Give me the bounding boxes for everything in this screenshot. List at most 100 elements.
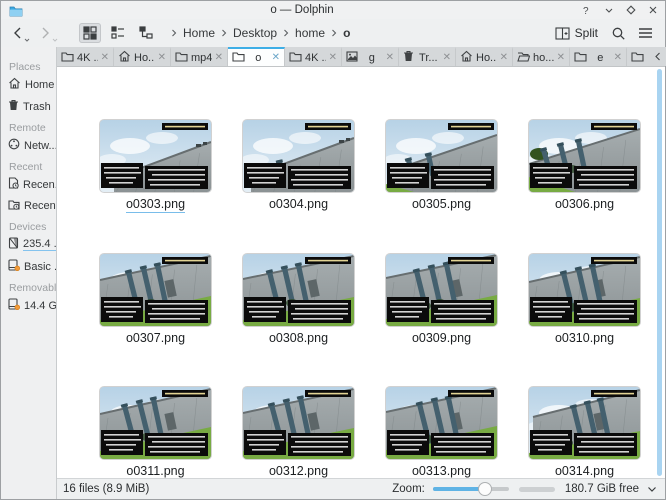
- forward-button[interactable]: [37, 24, 61, 42]
- tab-close-icon[interactable]: ✕: [329, 53, 337, 63]
- sidebar-item-home[interactable]: Home: [8, 77, 56, 92]
- tab-4k[interactable]: 4K ... ✕: [57, 47, 114, 66]
- file-thumbnail: [386, 387, 497, 459]
- sidebar-item-netw[interactable]: Netw...: [8, 138, 56, 153]
- view-mode-group: [79, 23, 157, 43]
- file-name: o0307.png: [126, 331, 185, 346]
- tab-label: 4K ...: [305, 52, 326, 64]
- window-controls: ?: [581, 4, 659, 16]
- file-name: o0312.png: [269, 464, 328, 478]
- breadcrumb-separator-icon: [331, 29, 337, 37]
- trash-icon: [403, 50, 414, 65]
- sidebar-section-removabl: Removabl...: [9, 282, 56, 294]
- search-button[interactable]: [607, 23, 630, 44]
- breadcrumb-item-o[interactable]: o: [339, 24, 354, 42]
- tab-close-icon[interactable]: ✕: [215, 53, 223, 63]
- close-button[interactable]: [647, 4, 659, 16]
- tab-o[interactable]: o ✕: [228, 47, 285, 66]
- tab-close-icon[interactable]: ✕: [443, 53, 451, 63]
- sidebar-item-basic[interactable]: Basic ...: [8, 259, 56, 274]
- home-icon: [8, 77, 21, 92]
- tab-ho[interactable]: Ho... ✕: [114, 47, 171, 66]
- svg-text:?: ?: [583, 6, 589, 16]
- sidebar-item-label: Recen...: [24, 200, 56, 212]
- file-name: o0303.png: [126, 197, 185, 213]
- tab-scroll-left-icon[interactable]: [654, 48, 661, 66]
- tab-close-icon[interactable]: ✕: [101, 53, 109, 63]
- file-name: o0313.png: [412, 464, 471, 478]
- file-item-o0310[interactable]: o0310.png: [513, 254, 656, 346]
- tab-label: o: [248, 52, 269, 64]
- sidebar-item-144g[interactable]: 14.4 G...: [8, 298, 56, 313]
- tab-g[interactable]: g ✕: [342, 47, 399, 66]
- tab-close-icon[interactable]: ✕: [500, 53, 508, 63]
- breadcrumb-item-home[interactable]: Home: [179, 24, 219, 42]
- file-item-o0305[interactable]: o0305.png: [370, 120, 513, 213]
- file-thumbnail: [243, 387, 354, 459]
- tab-ho[interactable]: ho... ✕: [513, 47, 570, 66]
- tab-partial[interactable]: [627, 47, 649, 66]
- tab-close-icon[interactable]: ✕: [386, 53, 394, 63]
- breadcrumb-item-home[interactable]: home: [291, 24, 329, 42]
- file-thumbnail: [100, 120, 211, 192]
- sidebar-item-recen[interactable]: Recen...: [8, 177, 56, 192]
- home-icon: [460, 50, 473, 65]
- vertical-scrollbar[interactable]: [657, 69, 662, 476]
- zoom-control: Zoom:: [392, 482, 509, 496]
- file-item-o0307[interactable]: o0307.png: [84, 254, 227, 346]
- hamburger-menu-button[interactable]: [634, 24, 657, 42]
- tab-close-icon[interactable]: ✕: [557, 53, 565, 63]
- help-button[interactable]: ?: [581, 4, 593, 16]
- file-thumbnail: [100, 254, 211, 326]
- tab-mp4[interactable]: mp4 ✕: [171, 47, 228, 66]
- file-thumbnail: [529, 254, 640, 326]
- sidebar-section-places: Places: [9, 61, 56, 73]
- tree-view-button[interactable]: [135, 23, 157, 43]
- breadcrumb-item-desktop[interactable]: Desktop: [229, 24, 281, 42]
- chevron-down-icon[interactable]: [647, 486, 657, 493]
- sidebar-item-trash[interactable]: Trash: [8, 99, 56, 114]
- file-item-o0313[interactable]: o0313.png: [370, 387, 513, 478]
- details-view-button[interactable]: [107, 23, 129, 43]
- tab-close-icon[interactable]: ✕: [614, 53, 622, 63]
- file-item-o0304[interactable]: o0304.png: [227, 120, 370, 213]
- tab-close-icon[interactable]: ✕: [272, 53, 280, 63]
- folder-icon: [289, 51, 302, 65]
- tab-ho[interactable]: Ho... ✕: [456, 47, 513, 66]
- breadcrumb: Home Desktop homeo: [171, 24, 354, 42]
- sidebar-section-recent: Recent: [9, 161, 56, 173]
- breadcrumb-separator-icon: [221, 29, 227, 37]
- maximize-button[interactable]: [625, 4, 637, 16]
- file-name: o0304.png: [269, 197, 328, 212]
- file-item-o0308[interactable]: o0308.png: [227, 254, 370, 346]
- tab-close-icon[interactable]: ✕: [158, 53, 166, 63]
- tab-tr[interactable]: Tr... ✕: [399, 47, 456, 66]
- file-item-o0314[interactable]: o0314.png: [513, 387, 656, 478]
- file-name: o0311.png: [126, 464, 184, 478]
- file-item-o0312[interactable]: o0312.png: [227, 387, 370, 478]
- minimize-button[interactable]: [603, 4, 615, 16]
- file-item-o0303[interactable]: o0303.png: [84, 120, 227, 213]
- tab-4k[interactable]: 4K ... ✕: [285, 47, 342, 66]
- file-item-o0309[interactable]: o0309.png: [370, 254, 513, 346]
- image-icon: [346, 51, 358, 65]
- zoom-slider[interactable]: [433, 482, 509, 496]
- file-grid: o0303.png o0304.png o0305.png: [57, 67, 665, 478]
- split-button[interactable]: Split: [550, 23, 603, 43]
- file-item-o0311[interactable]: o0311.png: [84, 387, 227, 478]
- tab-e[interactable]: e ✕: [570, 47, 627, 66]
- main-toolbar: Home Desktop homeo Split: [1, 19, 665, 47]
- title-bar: o — Dolphin ?: [1, 1, 665, 19]
- file-item-o0306[interactable]: o0306.png: [513, 120, 656, 213]
- app-folder-icon: [9, 4, 23, 16]
- folder-icon: [574, 51, 587, 65]
- sidebar-section-devices: Devices: [9, 221, 56, 233]
- back-button[interactable]: [9, 24, 33, 42]
- file-thumbnail: [386, 120, 497, 192]
- sidebar-item-label: Basic ...: [24, 261, 56, 273]
- sidebar-item-2354[interactable]: 235.4 ...: [8, 237, 56, 252]
- zoom-slider-handle[interactable]: [478, 482, 492, 496]
- file-thumbnail: [386, 254, 497, 326]
- sidebar-item-recen[interactable]: Recen...: [8, 199, 56, 213]
- icons-view-button[interactable]: [79, 23, 101, 43]
